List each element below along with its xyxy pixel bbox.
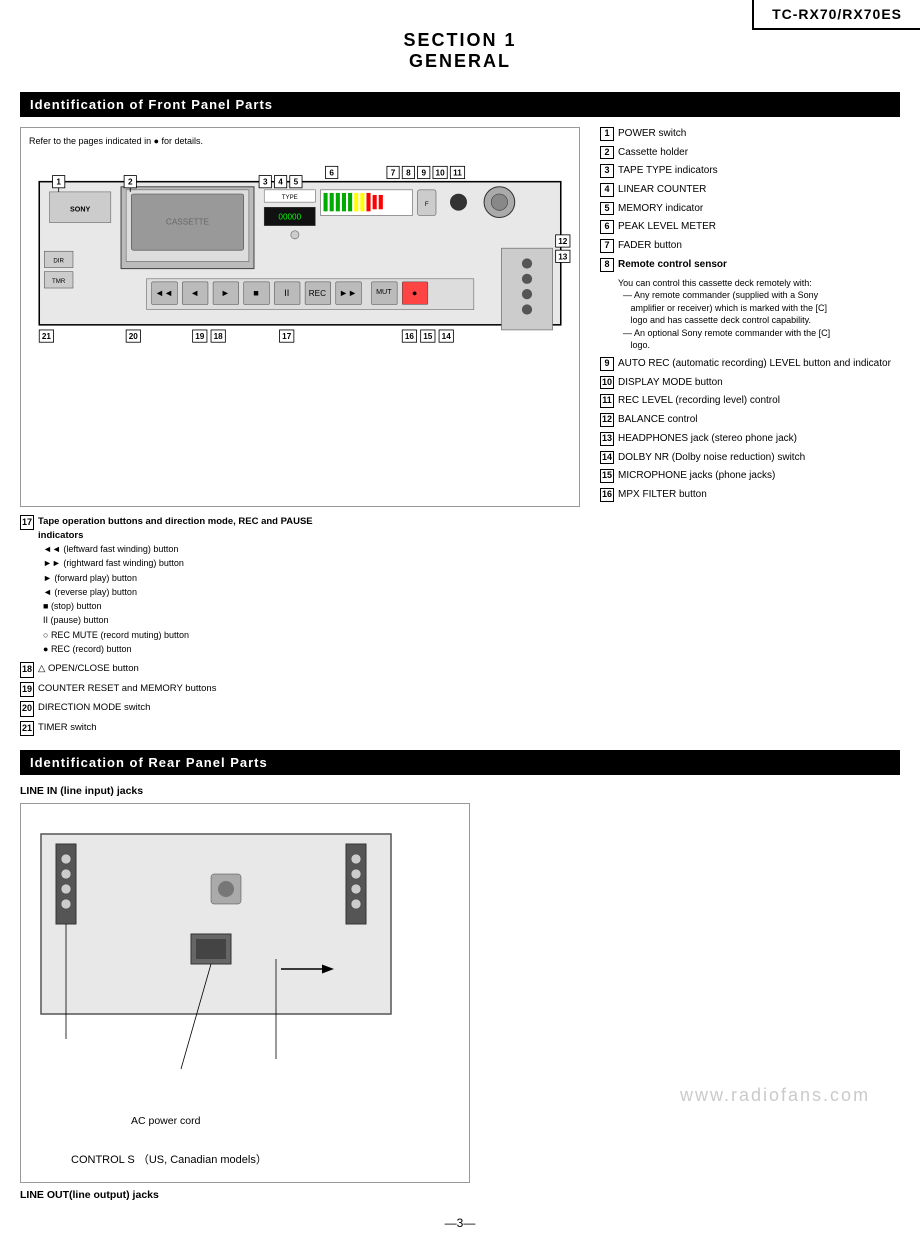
diagram-note: Refer to the pages indicated in ● for de…	[29, 136, 571, 146]
note-20: 20 DIRECTION MODE switch	[20, 701, 360, 717]
section-number: SECTION 1	[0, 30, 920, 51]
label-5: 5 MEMORY indicator	[600, 202, 900, 216]
svg-text:7: 7	[391, 169, 396, 178]
rear-panel-content: LINE IN (line input) jacks	[20, 785, 900, 1201]
svg-text:II: II	[284, 288, 289, 298]
notes-left: 17 Tape operation buttons and direction …	[20, 515, 360, 741]
label-6: 6 PEAK LEVEL METER	[600, 220, 900, 234]
label-10: 10 DISPLAY MODE button	[600, 376, 900, 390]
note-21: 21 TIMER switch	[20, 721, 360, 737]
svg-text:5: 5	[294, 178, 299, 187]
rear-panel-diagram: AC power cord CONTROL S （US, Canadian mo…	[20, 803, 470, 1183]
svg-text:10: 10	[436, 169, 446, 178]
label-13: 13 HEADPHONES jack (stereo phone jack)	[600, 432, 900, 446]
svg-text:6: 6	[329, 169, 334, 178]
svg-text:TYPE: TYPE	[282, 194, 298, 201]
svg-text:13: 13	[558, 252, 568, 261]
svg-text:18: 18	[214, 332, 224, 341]
label-4: 4 LINEAR COUNTER	[600, 183, 900, 197]
label-11: 11 REC LEVEL (recording level) control	[600, 394, 900, 408]
svg-text:◄◄: ◄◄	[155, 288, 173, 298]
svg-text:9: 9	[421, 169, 426, 178]
svg-text:DIR: DIR	[53, 257, 64, 264]
svg-text:15: 15	[423, 332, 433, 341]
svg-text:F: F	[425, 201, 429, 208]
section-name: GENERAL	[0, 51, 920, 72]
label-15: 15 MICROPHONE jacks (phone jacks)	[600, 469, 900, 483]
label-12: 12 BALANCE control	[600, 413, 900, 427]
svg-text:►►: ►►	[339, 288, 357, 298]
front-panel-labels: 1 POWER switch 2 Cassette holder 3 TAPE …	[600, 127, 900, 507]
bottom-notes: 17 Tape operation buttons and direction …	[20, 515, 900, 741]
svg-text:CASSETTE: CASSETTE	[166, 218, 210, 227]
svg-text:11: 11	[453, 169, 462, 178]
svg-text:00000: 00000	[278, 213, 301, 222]
svg-text:17: 17	[282, 332, 292, 341]
svg-text:19: 19	[195, 332, 205, 341]
svg-text:2: 2	[128, 178, 133, 187]
label-9: 9 AUTO REC (automatic recording) LEVEL b…	[600, 357, 900, 371]
svg-text:►: ►	[221, 288, 230, 298]
svg-text:12: 12	[558, 237, 568, 246]
front-panel-svg: SONY CASSETTE TYPE 00000	[29, 151, 571, 376]
rear-panel-svg	[31, 814, 451, 1084]
svg-text:MUT: MUT	[376, 288, 392, 296]
svg-text:8: 8	[406, 169, 411, 178]
label-8: 8 Remote control sensor	[600, 258, 900, 272]
svg-text:■: ■	[253, 288, 259, 298]
label-2: 2 Cassette holder	[600, 146, 900, 160]
rear-label-line-in: LINE IN (line input) jacks	[20, 785, 900, 797]
control-s-label: CONTROL S （US, Canadian models）	[71, 1151, 267, 1167]
svg-text:●: ●	[412, 288, 418, 298]
note-19: 19 COUNTER RESET and MEMORY buttons	[20, 682, 360, 698]
watermark-text: www.radiofans.com	[680, 1085, 870, 1106]
label-8-subtext: You can control this cassette deck remot…	[618, 277, 900, 353]
label-1: 1 POWER switch	[600, 127, 900, 141]
ac-power-label: AC power cord	[131, 1115, 200, 1127]
svg-text:REC: REC	[309, 289, 326, 298]
svg-text:4: 4	[278, 178, 283, 187]
rear-label-line-out: LINE OUT(line output) jacks	[20, 1189, 900, 1201]
svg-text:20: 20	[129, 332, 139, 341]
label-7: 7 FADER button	[600, 239, 900, 253]
rear-panel-bar: Identification of Rear Panel Parts	[20, 750, 900, 775]
page-number: —3—	[0, 1216, 920, 1230]
note-18: 18 △ OPEN/CLOSE button	[20, 662, 360, 678]
label-14: 14 DOLBY NR (Dolby noise reduction) swit…	[600, 451, 900, 465]
watermark-area: www.radiofans.com	[380, 515, 900, 741]
front-panel-diagram: Refer to the pages indicated in ● for de…	[20, 127, 580, 507]
svg-text:21: 21	[42, 332, 52, 341]
svg-text:14: 14	[442, 332, 452, 341]
svg-text:3: 3	[263, 178, 268, 187]
note-17: 17 Tape operation buttons and direction …	[20, 515, 360, 658]
svg-text:◄: ◄	[190, 288, 199, 298]
front-panel-bar: Identification of Front Panel Parts	[20, 92, 900, 117]
svg-text:TMR: TMR	[52, 278, 66, 285]
front-panel-content: Refer to the pages indicated in ● for de…	[20, 127, 900, 507]
svg-text:SONY: SONY	[70, 205, 90, 213]
svg-text:1: 1	[56, 178, 61, 187]
svg-text:16: 16	[405, 332, 415, 341]
model-number: TC-RX70/RX70ES	[752, 0, 920, 30]
label-3: 3 TAPE TYPE indicators	[600, 164, 900, 178]
label-16: 16 MPX FILTER button	[600, 488, 900, 502]
